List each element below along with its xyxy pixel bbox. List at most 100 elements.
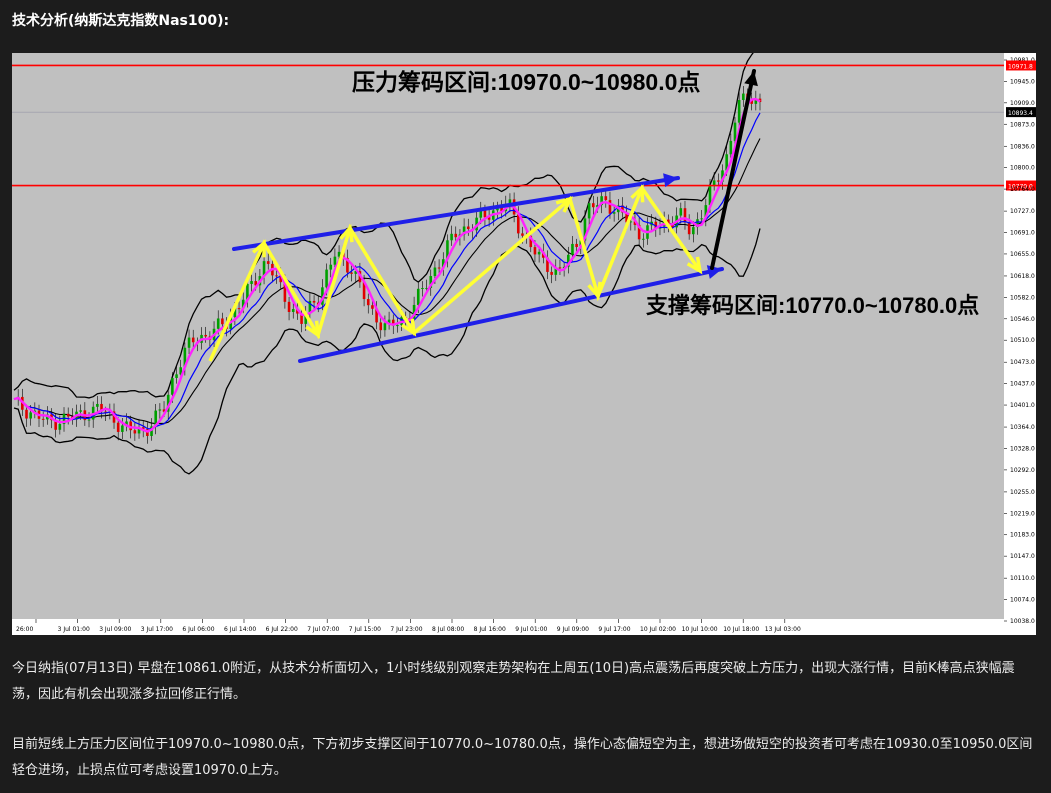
time-tick-label: 3 Jul 17:00 <box>141 626 173 633</box>
time-tick-label: 6 Jul 14:00 <box>224 626 256 633</box>
candle-body <box>216 318 220 329</box>
price-tick-label: 10401.0 <box>1010 402 1035 409</box>
candle-body <box>604 196 608 201</box>
price-tick-label: 10110.0 <box>1010 575 1035 582</box>
candle-body <box>571 243 574 255</box>
analysis-paragraph-1: 今日纳指(07月13日) 早盘在10861.0附近，从技术分析面切入，1小时线级… <box>12 661 1015 702</box>
candle-body <box>729 140 733 155</box>
candle-body <box>683 208 687 223</box>
price-tick-label: 10727.0 <box>1010 208 1035 215</box>
candle-body <box>350 272 353 274</box>
candle-body <box>175 374 178 378</box>
time-tick-label: 10 Jul 02:00 <box>640 626 676 633</box>
chart-background <box>12 53 1036 635</box>
time-tick-label: 9 Jul 09:00 <box>557 626 589 633</box>
candle-body <box>191 337 195 343</box>
price-chart: 10981.010971.810945.010909.010893.410873… <box>12 47 1036 635</box>
time-tick-label: 8 Jul 16:00 <box>474 626 506 633</box>
chart-svg: 10981.010971.810945.010909.010893.410873… <box>12 47 1036 635</box>
price-tick-label: 10510.0 <box>1010 337 1035 344</box>
candle-body <box>171 377 174 395</box>
candle-body <box>742 93 745 101</box>
time-tick-label: 3 Jul 09:00 <box>99 626 131 633</box>
candle-body <box>158 409 162 411</box>
price-tick-label: 10219.0 <box>1010 510 1035 517</box>
candle-body <box>204 334 208 337</box>
time-tick-label: 8 Jul 08:00 <box>432 626 464 633</box>
candle-body <box>521 233 524 236</box>
price-tick-label: 10893.4 <box>1008 110 1033 117</box>
candle-body <box>379 322 383 331</box>
candle-body <box>533 247 537 255</box>
candle-body <box>329 264 333 270</box>
candle-body <box>325 269 328 288</box>
time-tick-label: 13 Jul 03:00 <box>765 626 801 633</box>
candle-body <box>437 267 441 269</box>
candle-body <box>275 275 278 277</box>
section-heading: 技术分析(纳斯达克指数Nas100): <box>12 13 230 29</box>
time-tick-label: 3 Jul 01:00 <box>58 626 90 633</box>
price-tick-label: 10292.0 <box>1010 467 1035 474</box>
candle-body <box>537 251 541 255</box>
price-tick-label: 10038.0 <box>1010 618 1035 625</box>
analysis-paragraph-2: 目前短线上方压力区间位于10970.0~10980.0点，下方初步支撑区间于10… <box>12 737 1033 778</box>
candle-body <box>516 214 520 234</box>
candle-body <box>575 243 578 248</box>
candle-body <box>550 271 553 275</box>
candle-body <box>591 203 595 208</box>
candle-body <box>587 203 591 219</box>
price-tick-label: 10183.0 <box>1010 532 1035 539</box>
price-tick-label: 10437.0 <box>1010 381 1035 388</box>
price-tick-label: 10836.0 <box>1010 143 1035 150</box>
candle-body <box>58 423 62 430</box>
price-tick-label: 10655.0 <box>1010 251 1035 258</box>
price-tick-label: 10328.0 <box>1010 445 1035 452</box>
support-label: 支撑筹码区间:10770.0~10780.0点 <box>646 293 979 318</box>
candle-body <box>416 288 420 305</box>
candle-body <box>687 222 691 235</box>
price-tick-label: 10364.0 <box>1010 424 1035 431</box>
candle-body <box>717 180 720 182</box>
candle-body <box>237 308 241 310</box>
candle-body <box>333 256 337 265</box>
price-tick-label: 10873.0 <box>1010 121 1035 128</box>
candle-body <box>96 403 99 407</box>
candle-body <box>312 300 316 303</box>
candle-body <box>642 238 645 240</box>
price-tick-label: 10971.8 <box>1008 63 1033 70</box>
candle-body <box>66 413 70 417</box>
candle-body <box>250 281 253 284</box>
price-tick-label: 10255.0 <box>1010 489 1035 496</box>
price-tick-label: 10618.0 <box>1010 273 1035 280</box>
candle-body <box>383 323 387 331</box>
price-tick-label: 10147.0 <box>1010 553 1035 560</box>
resistance-label: 压力筹码区间:10970.0~10980.0点 <box>352 69 700 95</box>
time-tick-label: 7 Jul 07:00 <box>307 626 339 633</box>
candle-body <box>187 337 191 348</box>
candle-body <box>712 180 716 186</box>
candle-body <box>79 410 82 412</box>
candle-body <box>87 419 91 421</box>
price-tick-label: 10800.0 <box>1010 165 1035 172</box>
price-tick-label: 10691.0 <box>1010 230 1035 237</box>
candle-body <box>454 233 458 238</box>
candle-body <box>737 100 741 123</box>
candle-body <box>450 233 453 241</box>
candle-body <box>700 218 703 220</box>
candle-body <box>692 227 695 235</box>
candle-body <box>433 267 437 277</box>
time-tick-label: 26:00 <box>16 626 33 633</box>
candle-body <box>558 267 562 269</box>
price-tick-label: 10074.0 <box>1010 597 1035 604</box>
time-tick-label: 7 Jul 15:00 <box>349 626 381 633</box>
price-tick-label: 10909.0 <box>1010 100 1035 107</box>
time-tick-label: 10 Jul 10:00 <box>682 626 718 633</box>
price-tick-label: 10764.0 <box>1010 186 1035 193</box>
time-tick-label: 6 Jul 06:00 <box>182 626 214 633</box>
time-tick-label: 10 Jul 18:00 <box>723 626 759 633</box>
candle-body <box>679 208 683 216</box>
candle-body <box>116 422 120 432</box>
candle-body <box>396 325 399 327</box>
candle-body <box>121 425 124 432</box>
candle-body <box>266 261 270 264</box>
